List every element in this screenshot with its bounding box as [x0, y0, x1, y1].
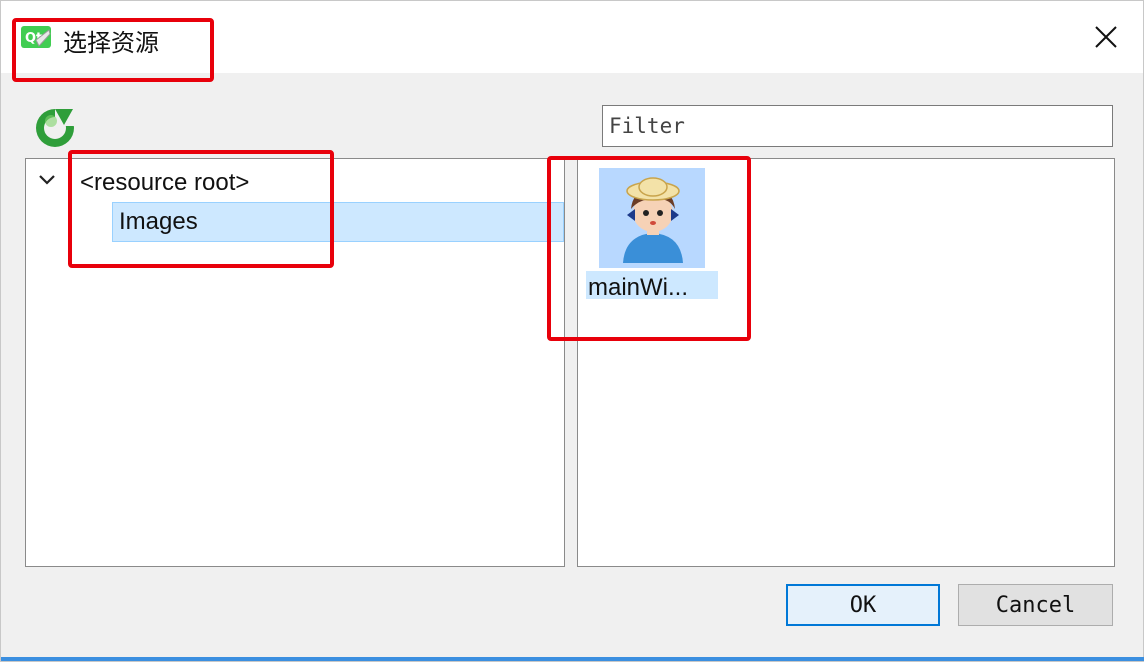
- close-button[interactable]: [1079, 15, 1133, 59]
- refresh-icon: [36, 109, 75, 147]
- cancel-button[interactable]: Cancel: [958, 584, 1113, 626]
- annotation-box-tree: [68, 150, 334, 268]
- annotation-box-resource: [547, 156, 751, 341]
- chevron-down-icon[interactable]: [38, 173, 56, 187]
- dialog-border-bottom: [1, 657, 1144, 661]
- filter-input[interactable]: [602, 105, 1113, 147]
- annotation-box-title: [12, 18, 214, 82]
- close-icon: [1095, 26, 1117, 48]
- ok-button[interactable]: OK: [786, 584, 940, 626]
- reload-button[interactable]: [31, 105, 79, 149]
